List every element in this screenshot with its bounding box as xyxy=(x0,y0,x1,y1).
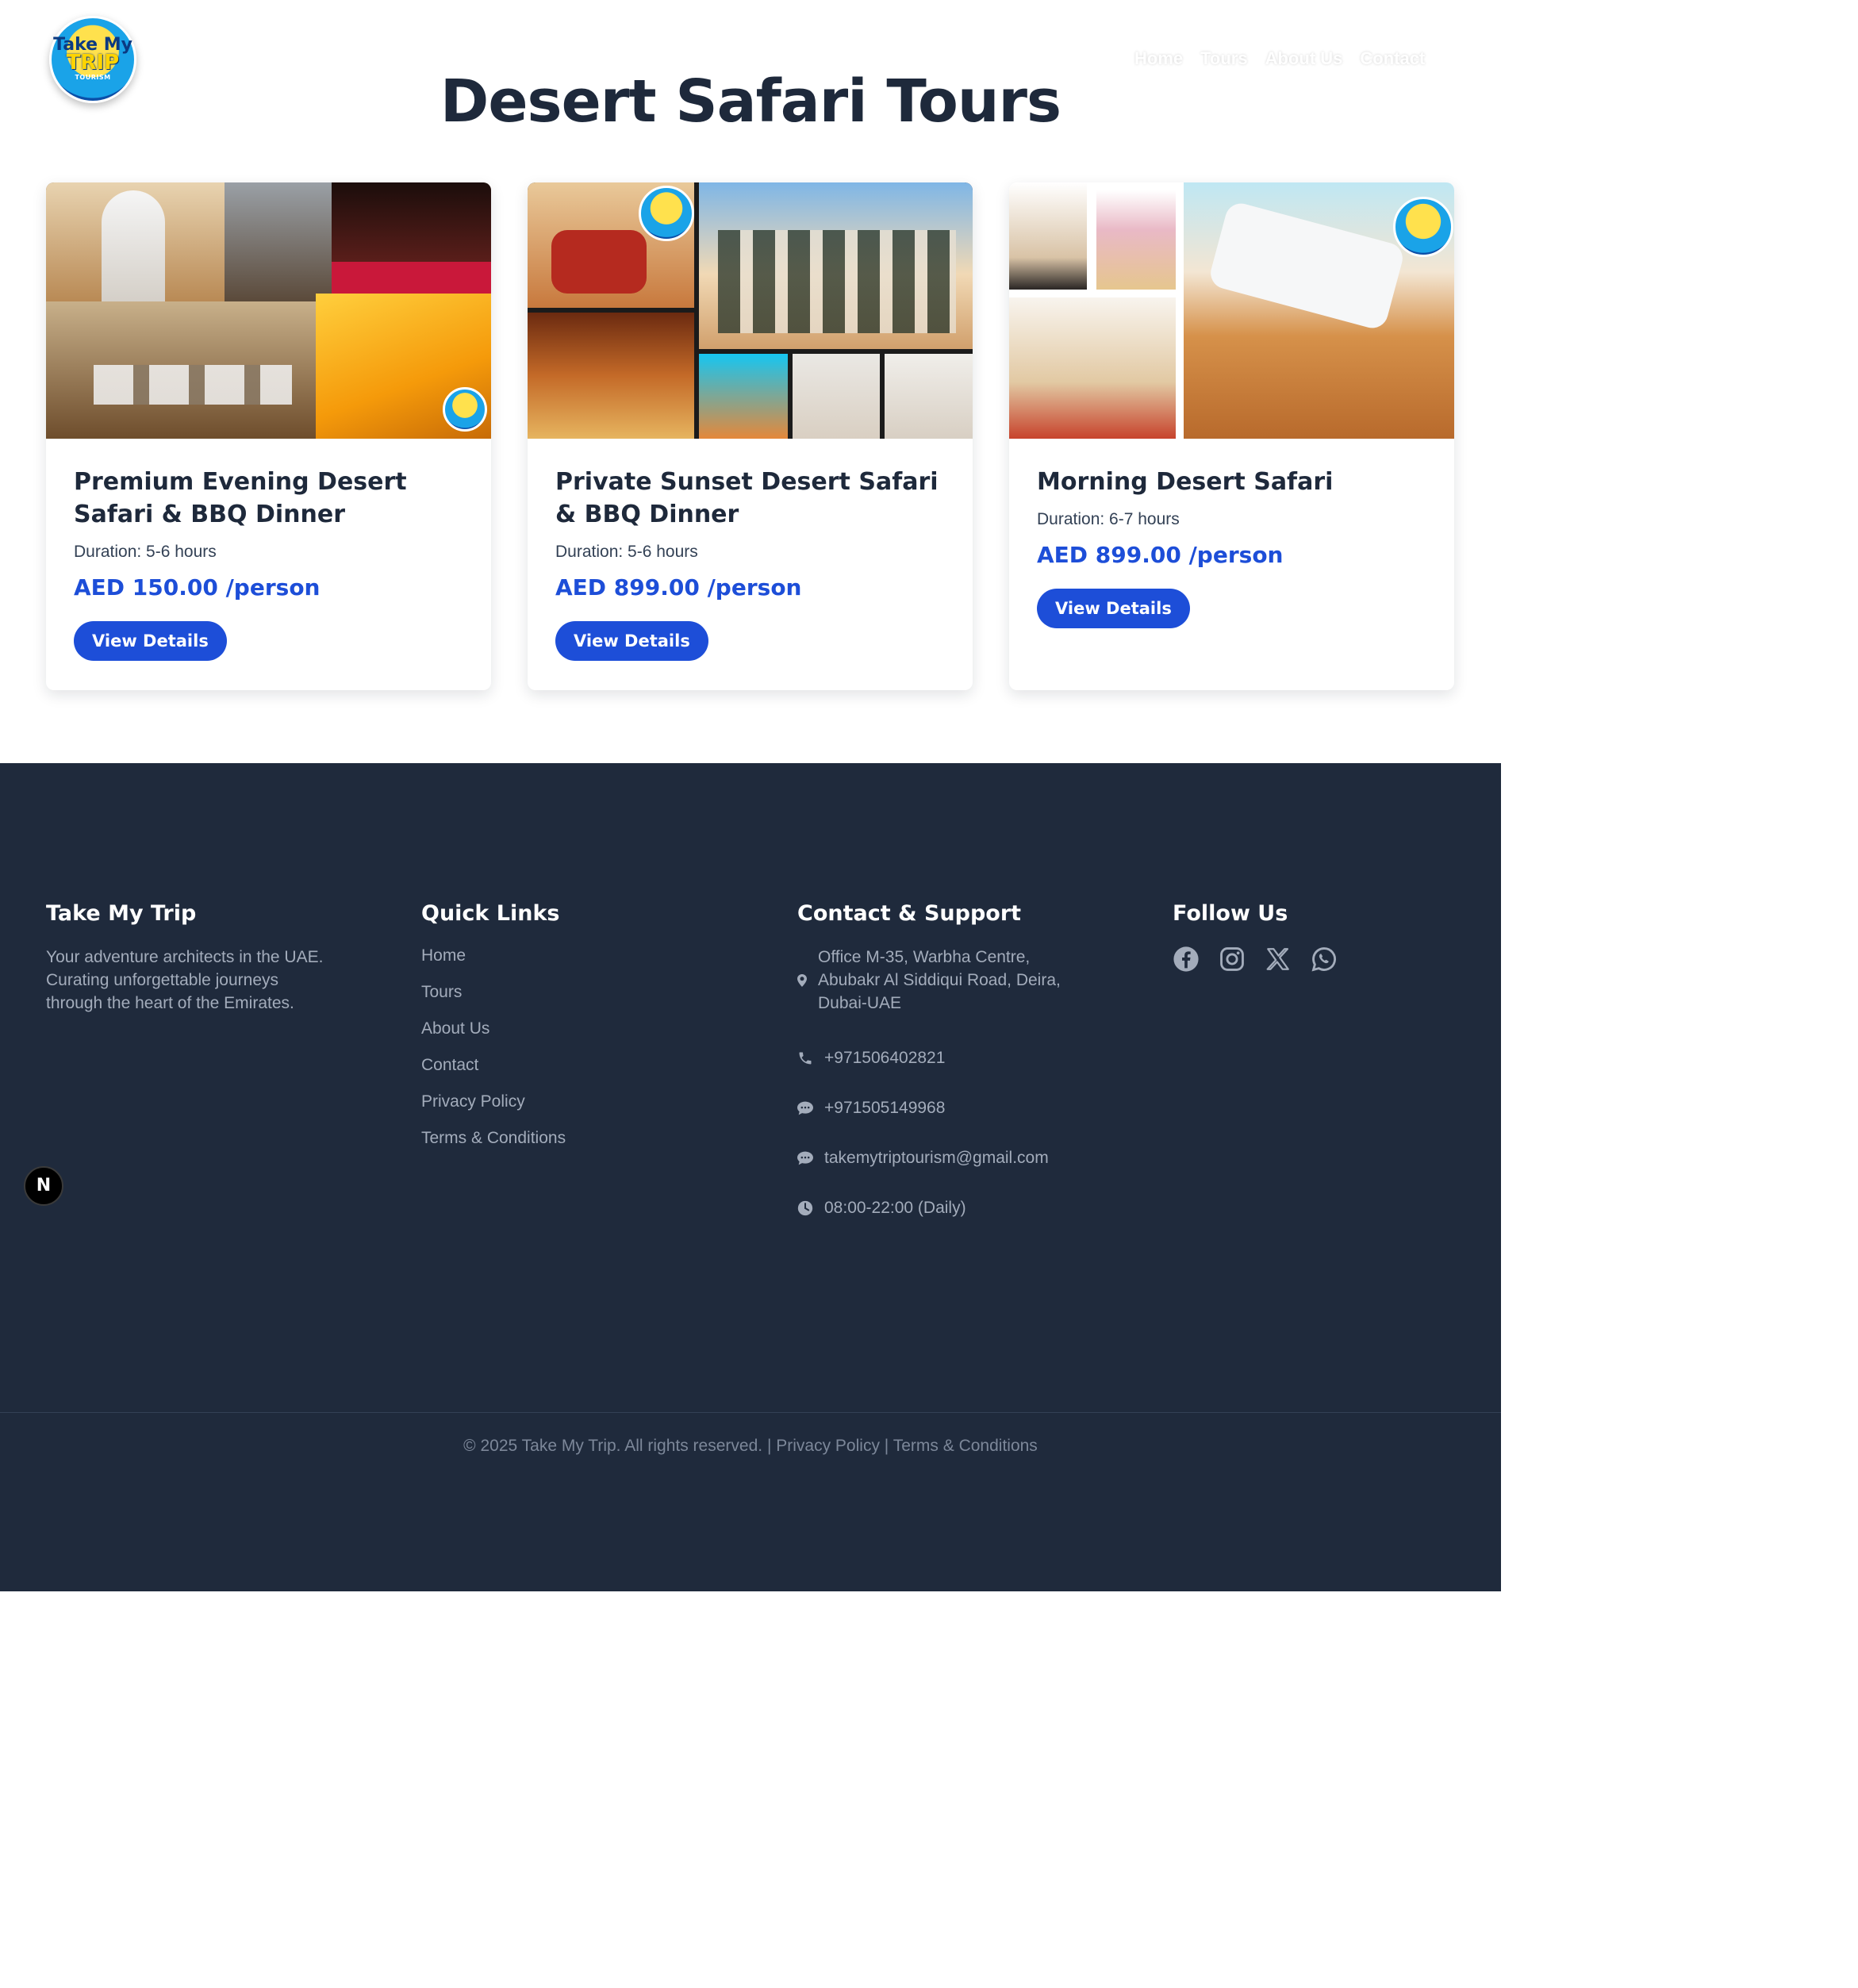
contact-hours: 08:00-22:00 (Daily) xyxy=(797,1196,1088,1219)
clock-icon xyxy=(797,1200,813,1215)
tour-card: Premium Evening Desert Safari & BBQ Dinn… xyxy=(46,182,491,690)
footer-quick-links: Quick Links Home Tours About Us Contact … xyxy=(421,900,566,1157)
separator: | xyxy=(884,1437,889,1455)
footer-link-privacy-policy[interactable]: Privacy Policy xyxy=(421,1084,566,1120)
tour-title: Private Sunset Desert Safari & BBQ Dinne… xyxy=(555,468,939,528)
footer-brand-title: Take My Trip xyxy=(46,901,197,926)
site-footer: Take My Trip Your adventure architects i… xyxy=(0,763,1501,1591)
footer-link-about-us[interactable]: About Us xyxy=(421,1011,566,1047)
contact-whatsapp[interactable]: +971505149968 xyxy=(797,1096,1088,1119)
footer-link-contact[interactable]: Contact xyxy=(421,1047,566,1084)
facebook-icon[interactable] xyxy=(1173,946,1200,973)
tour-title: Premium Evening Desert Safari & BBQ Dinn… xyxy=(74,468,407,528)
page-title: Desert Safari Tours xyxy=(440,67,1061,136)
footer-brand-description: Your adventure architects in the UAE. Cu… xyxy=(46,948,324,1012)
footer-link-home[interactable]: Home xyxy=(421,938,566,974)
contact-email-text: takemytriptourism@gmail.com xyxy=(824,1149,1049,1167)
contact-title: Contact & Support xyxy=(797,901,1022,926)
tour-image-collage xyxy=(46,182,491,439)
view-details-button[interactable]: View Details xyxy=(74,621,227,661)
nextjs-dev-badge[interactable]: N xyxy=(24,1166,63,1206)
contact-phone-text: +971506402821 xyxy=(824,1049,946,1067)
tour-image-collage xyxy=(1009,182,1454,439)
tour-price: AED 150.00 /person xyxy=(74,574,321,601)
whatsapp-icon[interactable] xyxy=(1311,946,1338,973)
instagram-icon[interactable] xyxy=(1219,946,1246,973)
badge-letter: N xyxy=(36,1176,52,1195)
tour-card: Morning Desert Safari Duration: 6-7 hour… xyxy=(1009,182,1454,690)
contact-hours-text: 08:00-22:00 (Daily) xyxy=(824,1199,966,1217)
footer-link-tours[interactable]: Tours xyxy=(421,974,566,1011)
tour-duration: Duration: 5-6 hours xyxy=(74,543,217,561)
tour-card: Private Sunset Desert Safari & BBQ Dinne… xyxy=(528,182,973,690)
watermark-logo xyxy=(1393,197,1453,257)
tour-title: Morning Desert Safari xyxy=(1037,468,1334,496)
tour-duration: Duration: 6-7 hours xyxy=(1037,510,1180,528)
copyright-terms-link[interactable]: Terms & Conditions xyxy=(893,1437,1038,1455)
tour-price: AED 899.00 /person xyxy=(1037,542,1284,568)
tour-price: AED 899.00 /person xyxy=(555,574,802,601)
tour-image-collage xyxy=(528,182,973,439)
footer-follow-column: Follow Us xyxy=(1173,900,1338,973)
view-details-button[interactable]: View Details xyxy=(555,621,708,661)
copyright-bar: © 2025 Take My Trip. All rights reserved… xyxy=(0,1434,1501,1458)
contact-phone[interactable]: +971506402821 xyxy=(797,1046,1088,1069)
footer-divider xyxy=(0,1412,1501,1413)
follow-us-title: Follow Us xyxy=(1173,901,1288,926)
contact-address: Office M-35, Warbha Centre, Abubakr Al S… xyxy=(797,946,1088,1015)
footer-contact-column: Contact & Support Office M-35, Warbha Ce… xyxy=(797,900,1088,1246)
contact-address-text: Office M-35, Warbha Centre, Abubakr Al S… xyxy=(818,948,1061,1012)
footer-link-terms[interactable]: Terms & Conditions xyxy=(421,1120,566,1157)
separator: | xyxy=(766,1437,772,1455)
copyright-privacy-link[interactable]: Privacy Policy xyxy=(776,1437,880,1455)
footer-brand-column: Take My Trip Your adventure architects i… xyxy=(46,900,332,1015)
chat-bubble-icon xyxy=(797,1151,813,1165)
x-icon[interactable] xyxy=(1265,946,1292,973)
contact-email[interactable]: takemytriptourism@gmail.com xyxy=(797,1146,1088,1169)
contact-whatsapp-text: +971505149968 xyxy=(824,1099,946,1117)
quick-links-title: Quick Links xyxy=(421,901,560,926)
watermark-logo xyxy=(639,186,694,241)
map-pin-icon xyxy=(797,973,807,987)
watermark-logo xyxy=(443,387,487,432)
tour-duration: Duration: 5-6 hours xyxy=(555,543,698,561)
view-details-button[interactable]: View Details xyxy=(1037,589,1190,628)
phone-icon xyxy=(799,1052,812,1064)
chat-bubble-icon xyxy=(797,1101,813,1115)
copyright-text: © 2025 Take My Trip. All rights reserved… xyxy=(463,1437,763,1455)
